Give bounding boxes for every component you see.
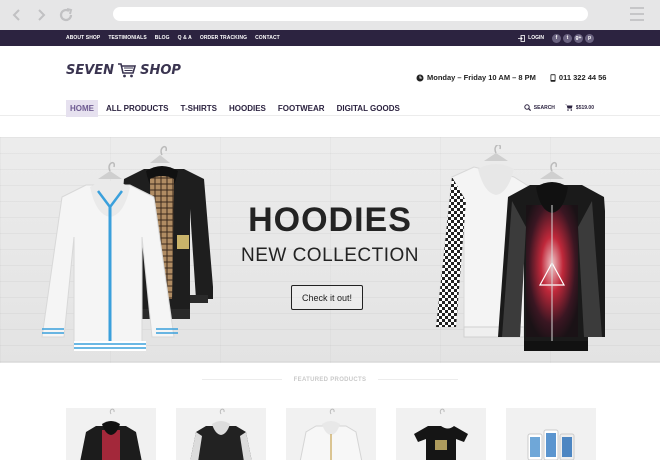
hoodie-images-right	[435, 145, 605, 351]
black-white-hoodie-thumbnail	[190, 408, 252, 460]
webpage: ABOUT SHOP TESTIMONIALS BLOG Q & A ORDER…	[0, 30, 660, 460]
product-card[interactable]	[176, 408, 266, 460]
login-link[interactable]: LOGIN	[518, 34, 544, 42]
product-card[interactable]	[506, 408, 596, 460]
nav-item-footwear[interactable]: FOOTWEAR	[274, 100, 329, 117]
top-link-testimonials[interactable]: TESTIMONIALS	[108, 35, 146, 41]
phones-thumbnail	[527, 429, 575, 460]
opening-hours: Monday – Friday 10 AM – 8 PM	[427, 73, 536, 82]
top-link-qa[interactable]: Q & A	[178, 35, 192, 41]
forward-icon[interactable]	[32, 6, 50, 24]
phone-number: 011 322 44 56	[558, 73, 607, 82]
logo-text-left: SEVEN	[66, 62, 115, 78]
featured-products-row	[66, 408, 596, 460]
nav-item-home[interactable]: HOME	[66, 100, 98, 117]
product-card[interactable]	[66, 408, 156, 460]
contact-info: Monday – Friday 10 AM – 8 PM 011 322 44 …	[416, 73, 606, 82]
pinterest-icon[interactable]: p	[585, 33, 594, 43]
address-bar[interactable]	[113, 7, 588, 21]
top-link-about[interactable]: ABOUT SHOP	[66, 35, 100, 41]
keep-calm-tshirt-thumbnail	[414, 408, 468, 460]
logo-text-right: SHOP	[140, 62, 181, 78]
clock-icon	[416, 74, 424, 81]
hamburger-menu-icon[interactable]	[630, 7, 644, 23]
top-link-order-tracking[interactable]: ORDER TRACKING	[200, 35, 247, 41]
twitter-icon[interactable]: t	[563, 33, 572, 43]
nav-item-digital-goods[interactable]: DIGITAL GOODS	[333, 100, 404, 117]
galaxy-hoodie-thumbnail	[80, 408, 142, 460]
cart-logo-icon	[118, 63, 137, 78]
hero-banner: HOODIES NEW COLLECTION Check it out!	[0, 137, 660, 363]
check-it-out-button[interactable]: Check it out!	[291, 285, 363, 310]
product-card[interactable]	[396, 408, 486, 460]
social-links: f t g+ p	[552, 33, 594, 43]
nav-item-all-products[interactable]: ALL PRODUCTS	[102, 100, 173, 117]
back-icon[interactable]	[8, 6, 26, 24]
cart-link[interactable]: $519.00	[564, 104, 594, 111]
facebook-icon[interactable]: f	[552, 33, 561, 43]
white-hoodie-thumbnail	[299, 408, 363, 460]
phone-icon	[550, 73, 556, 82]
login-label: LOGIN	[528, 35, 544, 41]
nav-item-hoodies[interactable]: HOODIES	[225, 100, 270, 117]
nav-item-t-shirts[interactable]: T-SHIRTS	[177, 100, 221, 117]
google-plus-icon[interactable]: g+	[574, 33, 583, 43]
cart-icon	[564, 104, 573, 111]
featured-products-heading: FEATURED PRODUCTS	[0, 377, 660, 383]
featured-products-label: FEATURED PRODUCTS	[293, 377, 367, 383]
main-navigation: HOME ALL PRODUCTS T-SHIRTS HOODIES FOOTW…	[66, 100, 404, 117]
site-logo[interactable]: SEVEN SHOP	[66, 62, 181, 78]
cart-total: $519.00	[575, 104, 594, 111]
search-icon	[524, 104, 531, 111]
site-header: SEVEN SHOP Monday – Friday 10 AM – 8 PM …	[0, 46, 660, 117]
top-utility-bar: ABOUT SHOP TESTIMONIALS BLOG Q & A ORDER…	[0, 30, 660, 46]
browser-chrome	[0, 0, 660, 30]
search-link[interactable]: SEARCH	[524, 104, 555, 111]
top-link-blog[interactable]: BLOG	[155, 35, 170, 41]
login-icon	[518, 34, 526, 42]
product-card[interactable]	[286, 408, 376, 460]
reload-icon[interactable]	[57, 6, 75, 24]
search-label: SEARCH	[533, 104, 555, 111]
top-links: ABOUT SHOP TESTIMONIALS BLOG Q & A ORDER…	[66, 35, 518, 41]
nav-utilities: SEARCH $519.00	[524, 104, 594, 111]
top-link-contact[interactable]: CONTACT	[255, 35, 280, 41]
